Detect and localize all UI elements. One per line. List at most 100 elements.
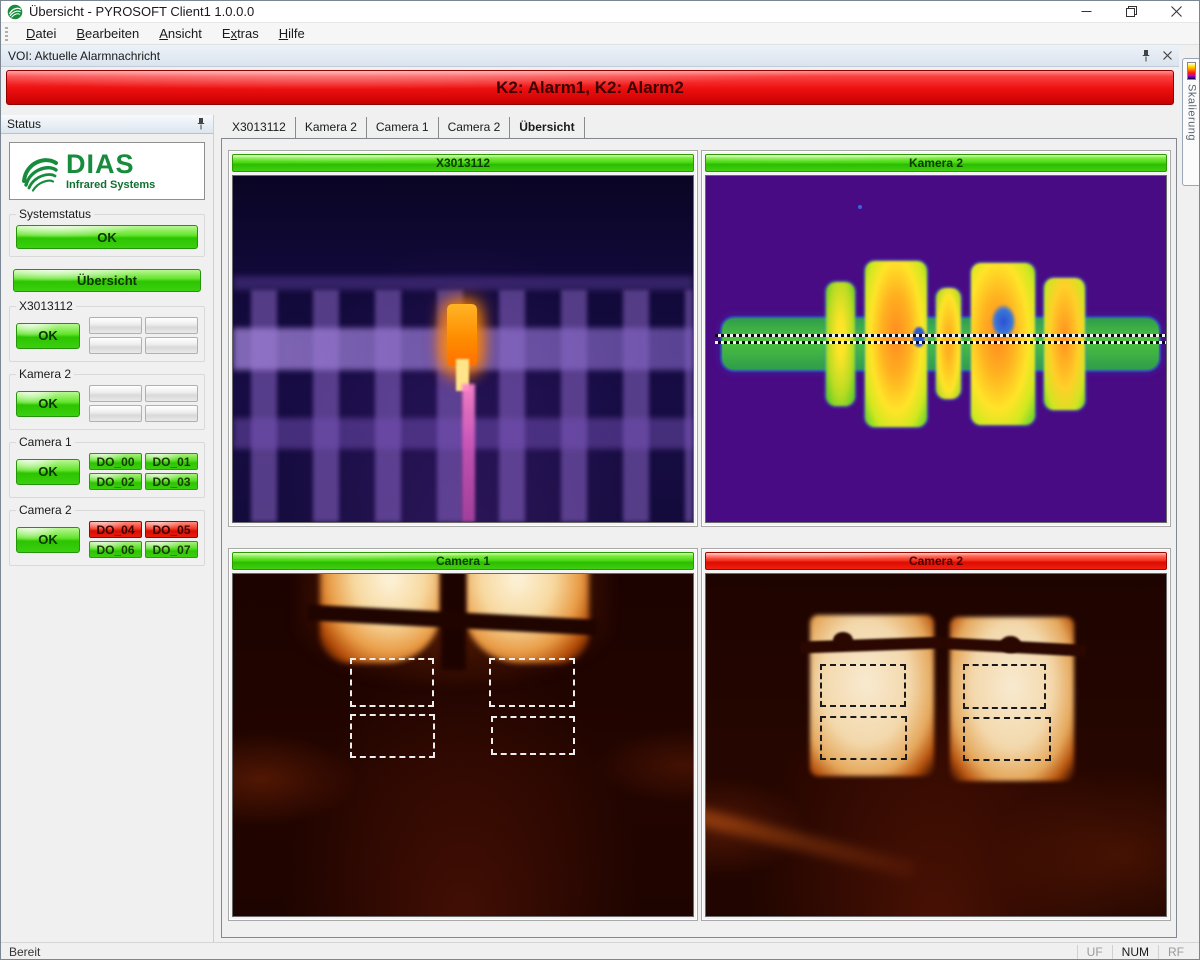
shaft-lobe [826,282,856,407]
thermal-image-camera1 [232,573,694,917]
output-indicator[interactable] [89,317,142,334]
camera1-ok-button[interactable]: OK [16,459,80,485]
output-do07[interactable]: DO_07 [145,541,198,558]
kamera2-ok-button[interactable]: OK [16,391,80,417]
output-indicator[interactable] [89,385,142,402]
tab-kamera2[interactable]: Kamera 2 [296,117,367,138]
group-label: X3013112 [16,299,76,313]
hotspot-core [447,304,477,366]
measure-line[interactable] [715,341,1166,344]
roi-rectangle[interactable] [820,716,908,760]
camera-panel-camera1: Camera 1 [228,548,698,921]
pin-icon[interactable] [1137,48,1155,64]
menu-bearbeiten[interactable]: Bearbeiten [66,23,149,45]
tab-skalierung[interactable]: Skalierung [1182,58,1200,186]
measure-line[interactable] [715,334,1166,337]
cold-blob [913,327,925,348]
roi-rectangle[interactable] [820,664,906,707]
output-indicator[interactable] [89,337,142,354]
close-button[interactable] [1154,1,1199,23]
dias-logo-text: DIAS Infrared Systems [66,151,155,191]
camera-panel-x3013112: X3013112 [228,150,698,527]
window-handle [1000,636,1021,653]
output-do06[interactable]: DO_06 [89,541,142,558]
dias-brand: DIAS [66,151,155,178]
overview-button[interactable]: Übersicht [13,269,201,292]
overview-page: X3013112 Kamera 2 [221,138,1177,938]
output-indicator[interactable] [145,385,198,402]
roi-rectangle[interactable] [963,717,1051,761]
menu-ansicht[interactable]: Ansicht [149,23,212,45]
roi-rectangle[interactable] [489,658,575,707]
title-bar: Übersicht - PYROSOFT Client1 1.0.0.0 [1,1,1199,23]
output-indicator[interactable] [89,405,142,422]
group-label: Kamera 2 [16,367,74,381]
voi-panel-title: VOI: Aktuelle Alarmnachricht [8,49,1137,63]
voi-panel-body: K2: Alarm1, K2: Alarm2 [1,67,1179,113]
output-do05[interactable]: DO_05 [145,521,198,538]
output-do03[interactable]: DO_03 [145,473,198,490]
tab-x3013112[interactable]: X3013112 [223,117,296,138]
camera1-outputs: DO_00 DO_01 DO_02 DO_03 [89,453,198,490]
roi-rectangle[interactable] [350,714,435,758]
thermal-image-kamera2 [705,175,1167,523]
thermal-rail [233,276,693,290]
camera-status-bar: Camera 2 [705,552,1167,570]
shaft-lobe [1044,278,1085,409]
x3013112-outputs [89,317,198,354]
camera-panel-camera2: Camera 2 [701,548,1171,921]
group-kamera2: Kamera 2 OK [9,374,205,430]
tab-camera2[interactable]: Camera 2 [439,117,511,138]
shaft-lobe [936,288,961,399]
output-do04[interactable]: DO_04 [89,521,142,538]
status-bar: Bereit UF NUM RF [1,942,1199,960]
status-sidebar: Status DIAS Infrared Systems [1,115,214,942]
hot-cable [462,384,475,522]
output-do02[interactable]: DO_02 [89,473,142,490]
sidebar-title: Status [7,117,193,131]
pin-icon[interactable] [193,116,209,132]
x3013112-ok-button[interactable]: OK [16,323,80,349]
menu-extras[interactable]: Extras [212,23,269,45]
output-do00[interactable]: DO_00 [89,453,142,470]
kamera2-outputs [89,385,198,422]
group-x3013112: X3013112 OK [9,306,205,362]
menu-datei[interactable]: Datei [16,23,66,45]
view-tabstrip: X3013112 Kamera 2 Camera 1 Camera 2 Über… [223,115,585,138]
toolbar-grip[interactable] [5,27,8,41]
group-label: Systemstatus [16,207,94,221]
group-camera1: Camera 1 OK DO_00 DO_01 DO_02 DO_03 [9,442,205,498]
systemstatus-ok-button[interactable]: OK [16,225,198,249]
roi-rectangle[interactable] [963,664,1046,709]
group-label: Camera 2 [16,503,75,517]
output-indicator[interactable] [145,317,198,334]
output-indicator[interactable] [145,337,198,354]
group-systemstatus: Systemstatus OK [9,214,205,257]
indicator-num: NUM [1112,945,1158,960]
cold-spot [858,205,862,209]
menu-hilfe[interactable]: Hilfe [269,23,315,45]
camera2-outputs: DO_04 DO_05 DO_06 DO_07 [89,521,198,558]
output-do01[interactable]: DO_01 [145,453,198,470]
sidebar-header: Status [1,115,213,134]
group-label: Camera 1 [16,435,75,449]
output-indicator[interactable] [145,405,198,422]
menu-bar: Datei Bearbeiten Ansicht Extras Hilfe [1,23,1199,45]
camera-status-bar: X3013112 [232,154,694,172]
roi-rectangle[interactable] [491,716,575,755]
close-icon[interactable] [1158,48,1176,64]
app-icon [7,4,23,20]
camera2-ok-button[interactable]: OK [16,527,80,553]
dias-swirl-icon [16,148,62,194]
restore-button[interactable] [1109,1,1154,23]
roi-rectangle[interactable] [350,658,434,707]
dias-logo: DIAS Infrared Systems [9,142,205,200]
camera-status-bar: Camera 1 [232,552,694,570]
minimize-button[interactable] [1064,1,1109,23]
status-message: Bereit [9,945,1077,959]
thermal-image-camera2 [705,573,1167,917]
tab-uebersicht[interactable]: Übersicht [510,117,584,138]
shaft-lobe [971,263,1035,426]
voi-panel-header: VOI: Aktuelle Alarmnachricht [1,45,1179,67]
tab-camera1[interactable]: Camera 1 [367,117,439,138]
